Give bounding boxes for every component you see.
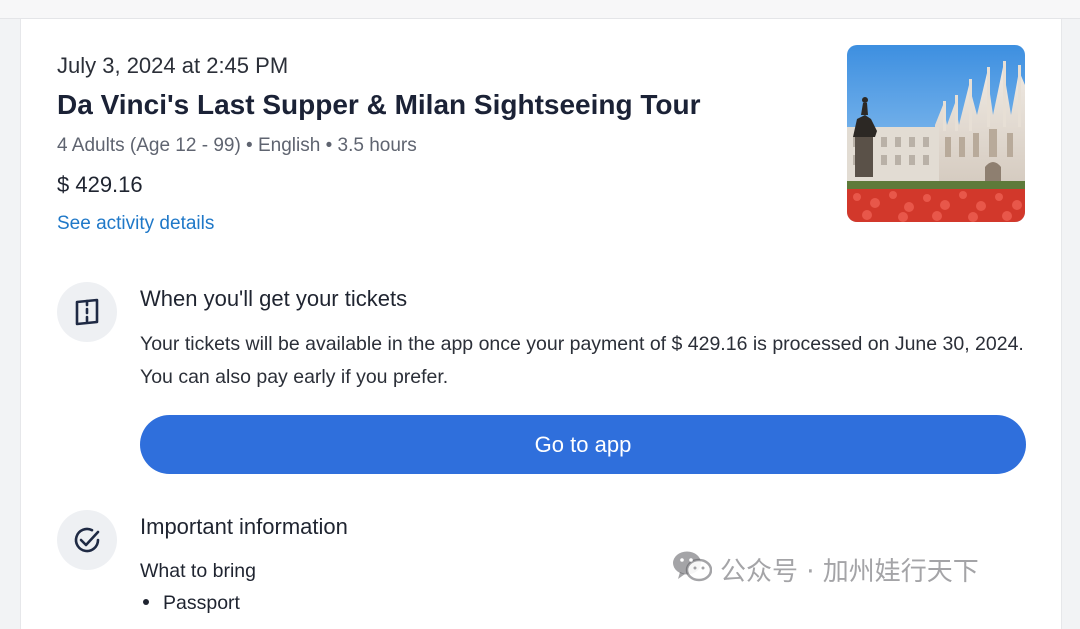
see-activity-details-link[interactable]: See activity details bbox=[57, 213, 214, 235]
booking-date: July 3, 2024 at 2:45 PM bbox=[57, 53, 289, 78]
list-item: Passport bbox=[140, 592, 240, 615]
top-bar bbox=[0, 0, 1080, 19]
what-to-bring-label: What to bring bbox=[140, 560, 256, 582]
bullet-icon bbox=[143, 599, 149, 606]
go-to-app-button[interactable]: Go to app bbox=[140, 415, 1026, 474]
bring-item-text: Passport bbox=[163, 592, 240, 614]
wechat-icon bbox=[672, 549, 713, 590]
ticket-icon bbox=[57, 282, 117, 342]
important-info-heading: Important information bbox=[140, 514, 348, 539]
tickets-heading: When you'll get your tickets bbox=[140, 286, 408, 311]
check-circle-icon bbox=[57, 510, 117, 570]
activity-price: $ 429.16 bbox=[57, 172, 143, 197]
watermark: 公众号 · 加州娃行天下 bbox=[672, 549, 979, 590]
watermark-text: 公众号 · 加州娃行天下 bbox=[720, 557, 979, 587]
bring-list: Passport bbox=[140, 592, 240, 615]
activity-meta: 4 Adults (Age 12 - 99) • English • 3.5 h… bbox=[57, 135, 417, 156]
tickets-description: Your tickets will be available in the ap… bbox=[140, 333, 1024, 388]
milan-cathedral-photo bbox=[847, 45, 1025, 222]
activity-title: Da Vinci's Last Supper & Milan Sightseei… bbox=[57, 89, 701, 120]
booking-card: July 3, 2024 at 2:45 PM Da Vinci's Last … bbox=[20, 19, 1062, 629]
